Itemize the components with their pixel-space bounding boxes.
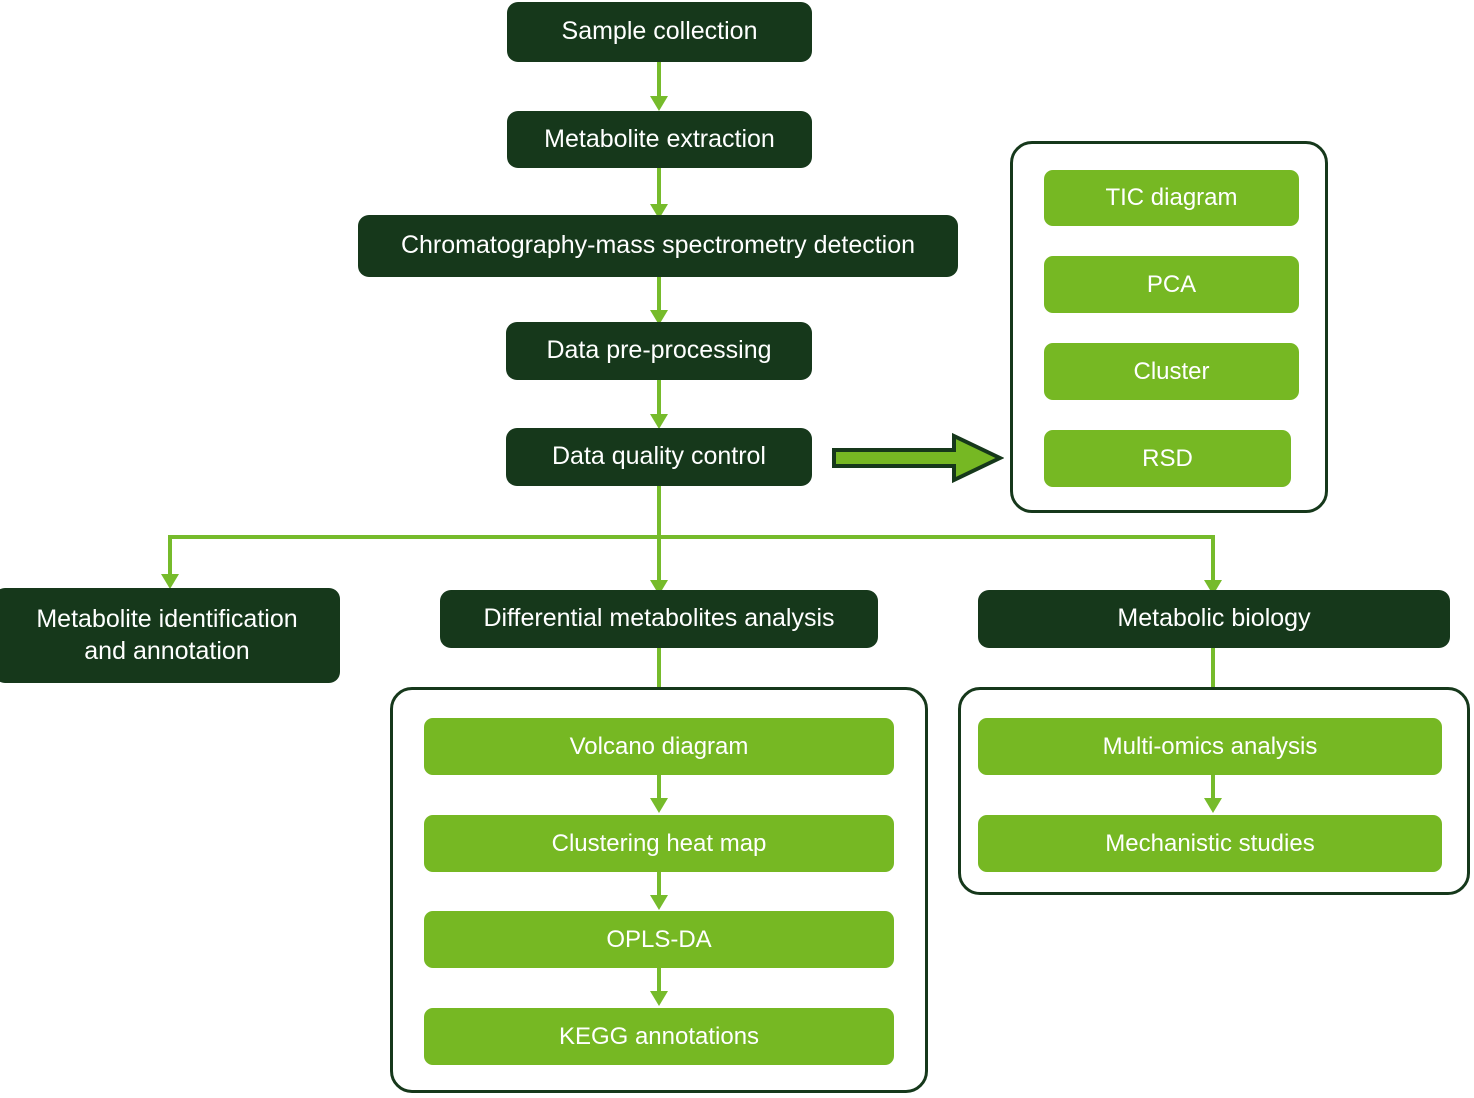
node-differential-metabolites-analysis: Differential metabolites analysis: [440, 590, 878, 648]
node-data-pre-processing: Data pre-processing: [506, 322, 812, 380]
node-opls-da: OPLS-DA: [424, 911, 894, 968]
connector-qc-trunk: [657, 486, 661, 539]
node-volcano-diagram: Volcano diagram: [424, 718, 894, 775]
connector-preprocessing-to-qc: [657, 380, 661, 416]
arrowhead-to-mechanistic-studies: [1204, 798, 1222, 813]
connector-split-left-drop: [168, 535, 172, 577]
node-mechanistic-studies: Mechanistic studies: [978, 815, 1442, 872]
node-rsd: RSD: [1044, 430, 1291, 487]
node-metabolite-identification: Metabolite identification and annotation: [0, 588, 340, 683]
node-kegg-annotations: KEGG annotations: [424, 1008, 894, 1065]
connector-split-center-drop: [657, 535, 661, 583]
node-tic-diagram: TIC diagram: [1044, 170, 1299, 226]
node-multi-omics-analysis: Multi-omics analysis: [978, 718, 1442, 775]
node-chromatography-ms-detection: Chromatography-mass spectrometry detecti…: [358, 215, 958, 277]
arrowhead-to-kegg-annotations: [650, 991, 668, 1006]
connector-detection-to-preprocessing: [657, 277, 661, 313]
flowchart-canvas: Sample collection Metabolite extraction …: [0, 0, 1474, 1098]
node-cluster: Cluster: [1044, 343, 1299, 400]
connector-split-bar: [170, 535, 1215, 539]
arrowhead-to-metabolite-extraction: [650, 96, 668, 111]
node-data-quality-control: Data quality control: [506, 428, 812, 486]
node-metabolite-extraction: Metabolite extraction: [507, 111, 812, 168]
connector-sample-to-extraction: [657, 62, 661, 98]
node-pca: PCA: [1044, 256, 1299, 313]
block-arrow-qc-to-outputs: [832, 432, 1004, 484]
node-clustering-heat-map: Clustering heat map: [424, 815, 894, 872]
arrowhead-to-metabolite-identification: [161, 574, 179, 589]
connector-split-right-drop: [1211, 535, 1215, 583]
node-sample-collection: Sample collection: [507, 2, 812, 62]
arrowhead-to-data-quality-control: [650, 414, 668, 429]
arrowhead-to-opls-da: [650, 895, 668, 910]
connector-extraction-to-detection: [657, 168, 661, 206]
node-metabolic-biology: Metabolic biology: [978, 590, 1450, 648]
arrowhead-to-clustering-heat-map: [650, 798, 668, 813]
